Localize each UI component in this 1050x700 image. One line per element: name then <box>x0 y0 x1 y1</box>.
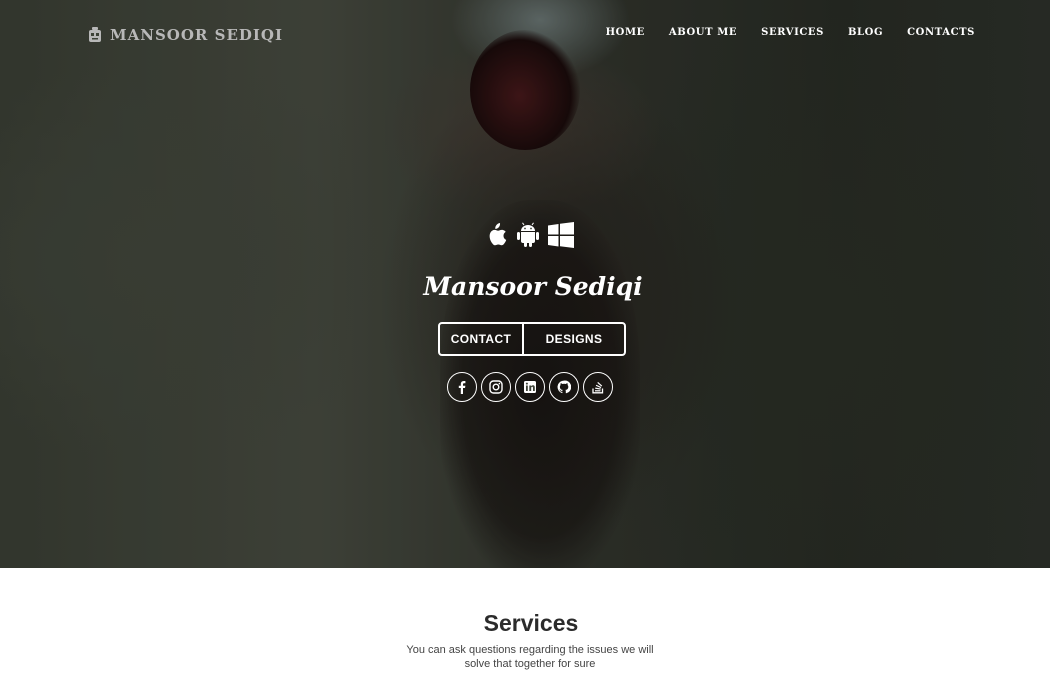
nav-contacts[interactable]: CONTACTS <box>907 27 975 38</box>
stackoverflow-icon <box>591 380 605 394</box>
social-links <box>447 372 613 402</box>
brand-logo[interactable]: MANSOOR SEDIQI <box>88 26 283 44</box>
apple-icon <box>484 222 508 248</box>
facebook-button[interactable] <box>447 372 477 402</box>
robot-icon <box>88 27 102 43</box>
android-icon <box>516 222 540 248</box>
nav-about-me[interactable]: ABOUT ME <box>669 27 737 38</box>
facebook-icon <box>455 380 469 394</box>
github-button[interactable] <box>549 372 579 402</box>
navbar: MANSOOR SEDIQI HOME ABOUT ME SERVICES BL… <box>0 0 1050 70</box>
github-icon <box>557 380 571 394</box>
services-description: You can ask questions regarding the issu… <box>406 644 654 670</box>
nav-blog[interactable]: BLOG <box>848 27 883 38</box>
main-nav: HOME ABOUT ME SERVICES BLOG CONTACTS <box>606 27 975 38</box>
hero-button-group: CONTACT DESIGNS <box>438 322 626 356</box>
hero-title: Mansoor Sediqi <box>423 272 643 301</box>
stackoverflow-button[interactable] <box>583 372 613 402</box>
contact-button[interactable]: CONTACT <box>440 324 524 354</box>
linkedin-button[interactable] <box>515 372 545 402</box>
instagram-button[interactable] <box>481 372 511 402</box>
platform-icons <box>484 222 574 248</box>
services-title: Services <box>483 610 579 636</box>
services-section: Services You can ask questions regarding… <box>0 568 1050 700</box>
windows-icon <box>548 222 574 248</box>
nav-home[interactable]: HOME <box>606 27 645 38</box>
designs-button[interactable]: DESIGNS <box>524 324 624 354</box>
instagram-icon <box>489 380 503 394</box>
brand-name: MANSOOR SEDIQI <box>110 26 283 44</box>
linkedin-icon <box>523 380 537 394</box>
hero-section: MANSOOR SEDIQI HOME ABOUT ME SERVICES BL… <box>0 0 1050 568</box>
nav-services[interactable]: SERVICES <box>761 27 824 38</box>
